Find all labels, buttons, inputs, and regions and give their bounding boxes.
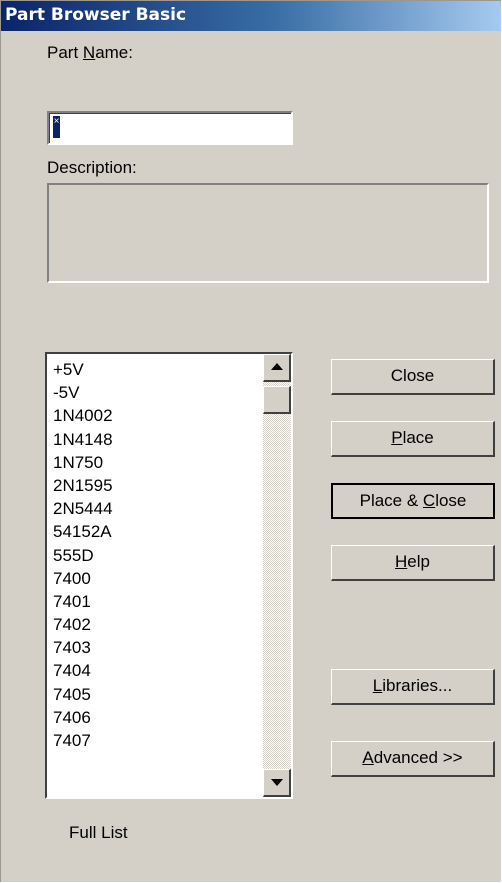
- place-button[interactable]: Place: [331, 421, 495, 457]
- help-button[interactable]: Help: [331, 545, 495, 581]
- list-item[interactable]: 2N5444: [53, 497, 113, 520]
- list-item[interactable]: 7400: [53, 567, 113, 590]
- libraries-button[interactable]: Libraries...: [331, 669, 495, 705]
- scroll-up-button[interactable]: [263, 354, 291, 382]
- list-item[interactable]: 7407: [53, 729, 113, 752]
- arrow-up-icon: [271, 363, 283, 370]
- advanced-button[interactable]: Advanced >>: [331, 741, 495, 777]
- selected-text-caret: ×: [53, 116, 60, 138]
- scroll-down-button[interactable]: [263, 769, 291, 797]
- parts-list-items: +5V -5V 1N4002 1N4148 1N750 2N1595 2N5444 54152…: [53, 358, 113, 752]
- list-item[interactable]: 7404: [53, 659, 113, 682]
- part-browser-window: Part Browser Basic Part Name: × Descript…: [0, 0, 501, 882]
- place-close-button[interactable]: Place & Close: [331, 483, 495, 519]
- close-button[interactable]: Close: [331, 359, 495, 395]
- list-item[interactable]: -5V: [53, 381, 113, 404]
- description-field: [47, 183, 489, 283]
- list-item[interactable]: 54152A: [53, 520, 113, 543]
- list-item[interactable]: 1N750: [53, 451, 113, 474]
- list-item[interactable]: 7405: [53, 683, 113, 706]
- parts-list-scrollbar[interactable]: [263, 354, 291, 797]
- list-item[interactable]: 7403: [53, 636, 113, 659]
- list-item[interactable]: 2N1595: [53, 474, 113, 497]
- list-item[interactable]: 1N4002: [53, 404, 113, 427]
- list-item[interactable]: 7406: [53, 706, 113, 729]
- list-item[interactable]: 555D: [53, 544, 113, 567]
- scroll-thumb[interactable]: [263, 386, 291, 414]
- list-status-label: Full List: [69, 823, 128, 842]
- list-item[interactable]: 7401: [53, 590, 113, 613]
- title-bar[interactable]: Part Browser Basic: [1, 1, 501, 31]
- part-name-input[interactable]: ×: [47, 111, 293, 145]
- description-label: Description:: [47, 158, 137, 177]
- parts-list[interactable]: +5V -5V 1N4002 1N4148 1N750 2N1595 2N5444 54152…: [45, 352, 293, 799]
- list-item[interactable]: 7402: [53, 613, 113, 636]
- window-title: Part Browser Basic: [5, 5, 187, 25]
- arrow-down-icon: [271, 779, 283, 786]
- part-name-label: Part Name:: [47, 43, 133, 62]
- list-item[interactable]: +5V: [53, 358, 113, 381]
- list-item[interactable]: 1N4148: [53, 428, 113, 451]
